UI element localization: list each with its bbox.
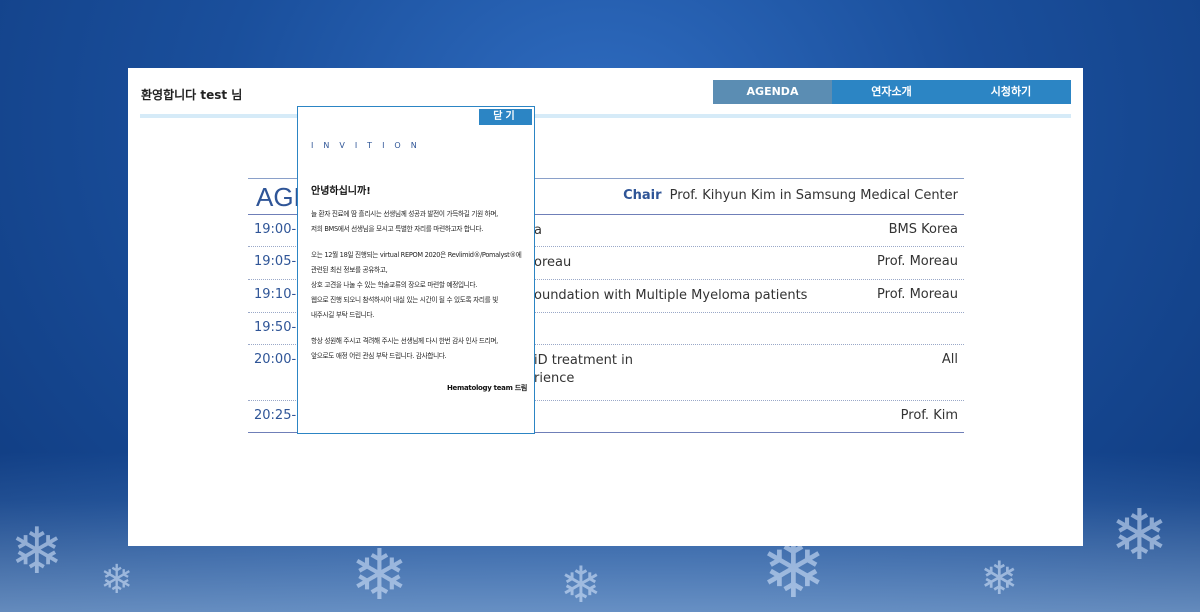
row-speaker: All: [941, 352, 958, 367]
row-topic: oreau: [534, 255, 572, 270]
chair-info: Chair Prof. Kihyun Kim in Samsung Medica…: [623, 188, 958, 203]
row-topic: a: [534, 223, 542, 238]
letter-paragraph: 늘 환자 진료에 땀 흘리시는 선생님께 성공과 발전이 가득하길 기원 하며,…: [311, 207, 529, 237]
letter-line: 오는 12월 18일 진행되는 virtual REPOM 2020은 Revl…: [311, 251, 522, 259]
row-speaker: BMS Korea: [888, 222, 958, 237]
invitation-popup: 닫기 INVITION 안녕하십니까! 늘 환자 진료에 땀 흘리시는 선생님께…: [297, 106, 535, 434]
letter-line: 내주시길 부탁 드립니다.: [311, 311, 375, 319]
snowflake-icon: ❄: [560, 556, 602, 612]
row-topic-line: rience: [534, 371, 575, 386]
tab-watch[interactable]: 시청하기: [951, 80, 1071, 104]
letter-line: 관련된 최신 정보를 공유하고,: [311, 266, 388, 274]
invitation-letter: 늘 환자 진료에 땀 흘리시는 선생님께 성공과 발전이 가득하길 기원 하며,…: [311, 207, 529, 375]
chair-label: Chair: [623, 188, 662, 203]
close-button[interactable]: 닫기: [479, 109, 532, 125]
welcome-text: 환영합니다 test 님: [141, 88, 243, 102]
row-speaker: Prof. Moreau: [877, 287, 958, 302]
tab-agenda[interactable]: AGENDA: [713, 80, 832, 104]
row-topic: oundation with Multiple Myeloma patients: [534, 288, 808, 303]
letter-line: 앞으로도 애정 어린 관심 부탁 드립니다. 감사합니다.: [311, 352, 447, 360]
row-speaker: Prof. Moreau: [877, 254, 958, 269]
popup-greeting: 안녕하십니까!: [311, 186, 371, 197]
snowflake-icon: ❄: [10, 515, 64, 589]
row-speaker: Prof. Kim: [900, 408, 958, 423]
header-divider: [140, 114, 1071, 118]
top-nav: AGENDA 연자소개 시청하기: [713, 80, 1071, 104]
letter-line: 항상 성원해 주시고 격려해 주시는 선생님께 다시 한번 감사 인사 드리며,: [311, 337, 498, 345]
main-panel: 환영합니다 test 님 AGENDA 연자소개 시청하기 AGENDA Cha…: [128, 68, 1083, 546]
letter-paragraph: 항상 성원해 주시고 격려해 주시는 선생님께 다시 한번 감사 인사 드리며,…: [311, 334, 529, 364]
popup-heading: INVITION: [311, 141, 427, 150]
letter-line: 웹으로 진행 되오니 참석하시어 내실 있는 시간이 될 수 있도록 자리를 빛: [311, 296, 498, 304]
letter-line: 늘 환자 진료에 땀 흘리시는 선생님께 성공과 발전이 가득하길 기원 하며,: [311, 210, 498, 218]
letter-line: 저희 BMS에서 선생님을 모시고 특별한 자리를 마련하고자 합니다.: [311, 225, 484, 233]
row-topic: iD treatment in rience: [534, 352, 633, 388]
snowflake-icon: ❄: [980, 551, 1019, 605]
tab-speakers[interactable]: 연자소개: [832, 80, 951, 104]
letter-paragraph: 오는 12월 18일 진행되는 virtual REPOM 2020은 Revl…: [311, 248, 529, 323]
snowflake-icon: ❄: [100, 557, 134, 603]
snowflake-icon: ❄: [350, 534, 409, 612]
letter-line: 상호 고견을 나눌 수 있는 학술교류의 장으로 마련할 예정입니다.: [311, 281, 478, 289]
row-topic-line: iD treatment in: [534, 353, 633, 368]
popup-signature: Hematology team 드림: [446, 384, 527, 392]
chair-name: Prof. Kihyun Kim in Samsung Medical Cent…: [669, 188, 958, 203]
snowflake-icon: ❄: [1110, 494, 1169, 576]
